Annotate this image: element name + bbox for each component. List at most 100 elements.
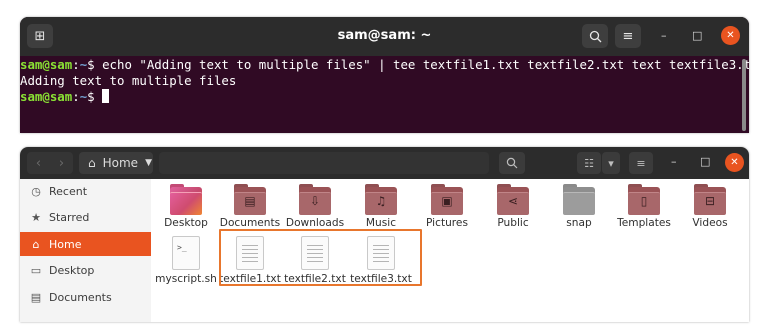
terminal-line-2: Adding text to multiple files <box>20 73 749 89</box>
search-icon <box>589 30 601 42</box>
sidebar-item-documents[interactable]: ▤ Documents <box>20 285 151 309</box>
list-view-icon: ☷ <box>584 156 594 170</box>
history-nav: ‹ › <box>27 152 73 174</box>
video-icon: ⊟ <box>704 194 716 208</box>
item-label: Music <box>365 217 397 229</box>
search-button[interactable] <box>499 152 525 174</box>
back-button[interactable]: ‹ <box>27 152 50 174</box>
item-label: Documents <box>219 217 281 229</box>
item-label: Videos <box>692 217 728 229</box>
command-text: echo "Adding text to multiple files" | t… <box>102 57 749 72</box>
item-label: Templates <box>617 217 671 229</box>
terminal-scrollbar[interactable] <box>742 59 746 131</box>
sidebar-item-label: Recent <box>49 184 88 198</box>
menu-button[interactable]: ≡ <box>615 24 641 48</box>
picture-icon: ▣ <box>441 194 453 208</box>
chevron-down-icon: ▾ <box>608 156 614 170</box>
terminal-output[interactable]: sam@sam:~$ echo "Adding text to multiple… <box>20 57 749 133</box>
item-label: snap <box>566 217 592 229</box>
search-icon <box>506 157 518 169</box>
location-breadcrumb[interactable]: ⌂ Home ▼ <box>79 152 153 174</box>
folder-videos[interactable]: ⊟ Videos <box>678 184 742 229</box>
folder-icon: ⊟ <box>694 184 726 215</box>
maximize-icon: □ <box>692 29 703 42</box>
maximize-button[interactable]: □ <box>692 29 702 43</box>
chevron-down-icon: ▼ <box>145 158 152 168</box>
clock-icon: ◷ <box>31 184 41 198</box>
folder-icon: ▣ <box>431 184 463 215</box>
sidebar-item-label: Home <box>49 237 82 251</box>
command-output: Adding text to multiple files <box>20 73 237 88</box>
places-sidebar: ◷ Recent ★ Starred ⌂ Home ▭ Desktop ▤ Do… <box>20 179 151 322</box>
document-icon: ▤ <box>244 194 256 208</box>
folder-public[interactable]: ⋖ Public <box>481 184 545 229</box>
minimize-button[interactable]: – <box>661 29 667 43</box>
maximize-icon: □ <box>700 155 711 168</box>
item-label: myscript.sh <box>155 273 217 285</box>
desktop-icon: ▭ <box>30 263 42 277</box>
terminal-line-1: sam@sam:~$ echo "Adding text to multiple… <box>20 57 749 73</box>
highlight-box <box>219 229 422 286</box>
sidebar-item-label: Desktop <box>49 263 95 277</box>
text-cursor <box>102 89 110 103</box>
download-icon: ⇩ <box>309 194 321 208</box>
folder-icon: ⋖ <box>497 184 529 215</box>
home-icon: ⌂ <box>88 156 96 170</box>
folder-music[interactable]: ♫ Music <box>349 184 413 229</box>
forward-button[interactable]: › <box>50 152 73 174</box>
item-label: Downloads <box>285 217 345 229</box>
folder-documents[interactable]: ▤ Documents <box>218 184 282 229</box>
item-label: Public <box>497 217 529 229</box>
breadcrumb-label: Home <box>102 156 139 170</box>
prompt-symbol: $ <box>87 89 103 104</box>
sidebar-item-desktop[interactable]: ▭ Desktop <box>20 258 151 282</box>
minimize-button[interactable]: – <box>671 155 677 169</box>
search-button[interactable] <box>582 24 608 48</box>
sidebar-item-home[interactable]: ⌂ Home <box>20 232 151 256</box>
item-label: Pictures <box>426 217 468 229</box>
sidebar-item-recent[interactable]: ◷ Recent <box>20 179 151 203</box>
prompt-separator: : <box>72 89 80 104</box>
folder-snap[interactable]: snap <box>547 184 611 229</box>
folder-icon <box>563 184 595 215</box>
chevron-right-icon: › <box>58 155 65 171</box>
folder-icon: ⇩ <box>299 184 331 215</box>
path-bar[interactable] <box>159 152 489 174</box>
folder-icon: ▯ <box>628 184 660 215</box>
hamburger-icon: ≡ <box>636 156 646 170</box>
menu-button[interactable]: ≡ <box>629 152 653 174</box>
item-label: Desktop <box>164 217 208 229</box>
view-options-button[interactable]: ▾ <box>602 152 620 174</box>
sidebar-item-starred[interactable]: ★ Starred <box>20 205 151 229</box>
terminal-line-3: sam@sam:~$ <box>20 89 749 105</box>
folder-icon: ♫ <box>365 184 397 215</box>
file-myscript[interactable]: >_ myscript.sh <box>154 236 218 285</box>
folder-templates[interactable]: ▯ Templates <box>612 184 676 229</box>
prompt-separator: : <box>72 57 80 72</box>
maximize-button[interactable]: □ <box>700 155 710 169</box>
share-icon: ⋖ <box>507 194 519 208</box>
sidebar-item-label: Starred <box>49 210 90 224</box>
terminal-titlebar: ⊞ sam@sam: ~ ≡ – □ ✕ <box>20 17 749 56</box>
folder-desktop[interactable]: Desktop <box>154 184 218 229</box>
close-button[interactable]: ✕ <box>721 26 740 45</box>
folder-icon: ▤ <box>234 184 266 215</box>
folder-icon <box>170 184 202 215</box>
folder-downloads[interactable]: ⇩ Downloads <box>283 184 347 229</box>
music-icon: ♫ <box>375 194 387 208</box>
minimize-icon: – <box>671 155 677 168</box>
documents-icon: ▤ <box>30 290 42 304</box>
minimize-icon: – <box>661 29 667 42</box>
home-icon: ⌂ <box>32 237 40 251</box>
template-icon: ▯ <box>640 194 648 208</box>
close-button[interactable]: ✕ <box>725 153 744 172</box>
prompt-user: sam@sam <box>20 57 73 72</box>
sidebar-item-label: Documents <box>49 290 112 304</box>
terminal-window: ⊞ sam@sam: ~ ≡ – □ ✕ sam@sam:~$ echo "Ad… <box>20 17 749 133</box>
prompt-user: sam@sam <box>20 89 73 104</box>
chevron-left-icon: ‹ <box>35 155 42 171</box>
files-headerbar: ‹ › ⌂ Home ▼ ☷ ▾ ≡ – □ ✕ <box>20 147 749 179</box>
view-list-button[interactable]: ☷ <box>577 152 601 174</box>
folder-pictures[interactable]: ▣ Pictures <box>415 184 479 229</box>
script-file-icon: >_ <box>172 236 200 270</box>
